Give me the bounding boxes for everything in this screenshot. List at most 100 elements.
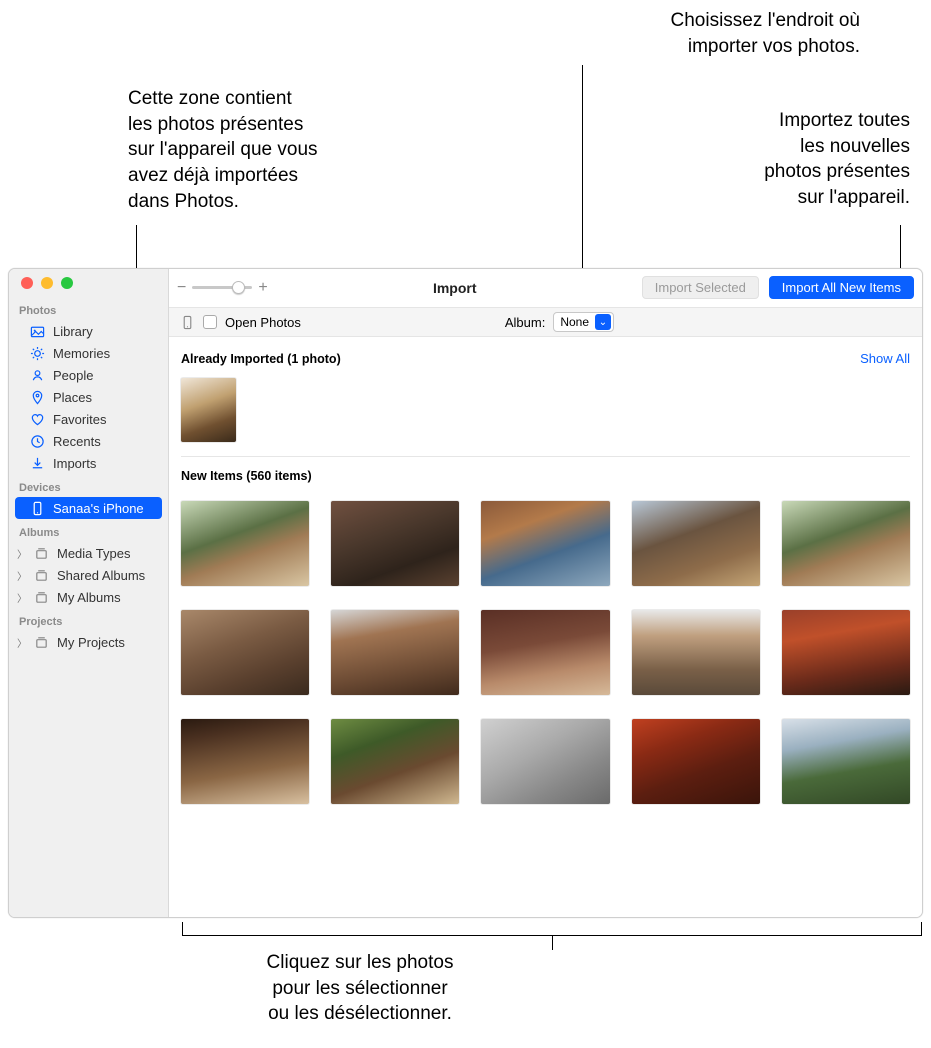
- sidebar-item-label: Sanaa's iPhone: [53, 501, 144, 516]
- sidebar-header-devices: Devices: [9, 474, 168, 497]
- open-photos-label: Open Photos: [225, 315, 301, 330]
- callout-click-photos: Cliquez sur les photospour les sélection…: [220, 950, 500, 1027]
- album-value: None: [560, 315, 589, 329]
- chevron-right-icon: 〉: [17, 590, 25, 605]
- new-items-header: New Items (560 items): [181, 461, 910, 489]
- sidebar-item-label: My Albums: [57, 590, 121, 605]
- sidebar-item-recents[interactable]: Recents: [9, 430, 168, 452]
- callout-choose-location: Choisissez l'endroit oùimporter vos phot…: [540, 8, 860, 59]
- photo-thumbnail[interactable]: [481, 610, 609, 695]
- sidebar-item-device[interactable]: Sanaa's iPhone: [15, 497, 162, 519]
- photo-thumbnail[interactable]: [782, 719, 910, 804]
- photo-thumbnail[interactable]: [181, 501, 309, 586]
- stack-icon: [33, 634, 49, 650]
- slider-thumb[interactable]: [232, 281, 245, 294]
- chevron-updown-icon: ⌄: [595, 314, 611, 330]
- toolbar: − + Import Import Selected Import All Ne…: [169, 269, 922, 307]
- sidebar-item-label: My Projects: [57, 635, 125, 650]
- window-close-icon[interactable]: [21, 277, 33, 289]
- phone-icon: [29, 500, 45, 516]
- window-maximize-icon[interactable]: [61, 277, 73, 289]
- photo-thumbnail[interactable]: [632, 719, 760, 804]
- places-icon: [29, 389, 45, 405]
- import-subbar: Open Photos Album: None ⌄: [169, 307, 922, 337]
- import-selected-button[interactable]: Import Selected: [642, 276, 759, 299]
- sidebar: Photos Library Memories People Places Fa…: [9, 269, 169, 917]
- sidebar-item-shared-albums[interactable]: 〉 Shared Albums: [9, 564, 168, 586]
- sidebar-item-imports[interactable]: Imports: [9, 452, 168, 474]
- sidebar-item-label: People: [53, 368, 93, 383]
- photo-thumbnail[interactable]: [331, 501, 459, 586]
- clock-icon: [29, 433, 45, 449]
- photo-thumbnail[interactable]: [181, 610, 309, 695]
- toolbar-title: Import: [433, 280, 477, 296]
- photo-thumbnail[interactable]: [481, 719, 609, 804]
- sidebar-item-my-albums[interactable]: 〉 My Albums: [9, 586, 168, 608]
- sidebar-item-favorites[interactable]: Favorites: [9, 408, 168, 430]
- photo-thumbnail[interactable]: [331, 610, 459, 695]
- stack-icon: [33, 545, 49, 561]
- chevron-right-icon: 〉: [17, 546, 25, 561]
- zoom-in-icon: +: [258, 279, 267, 297]
- section-title: Already Imported (1 photo): [181, 352, 341, 366]
- callout-line: [552, 936, 553, 950]
- open-photos-checkbox[interactable]: [203, 315, 217, 329]
- photos-app-window: Photos Library Memories People Places Fa…: [8, 268, 923, 918]
- already-imported-header: Already Imported (1 photo) Show All: [181, 345, 910, 372]
- photo-thumbnail[interactable]: [481, 501, 609, 586]
- sidebar-item-label: Memories: [53, 346, 110, 361]
- sidebar-item-label: Media Types: [57, 546, 130, 561]
- import-scroll-area[interactable]: Already Imported (1 photo) Show All New …: [169, 337, 922, 917]
- stack-icon: [33, 567, 49, 583]
- sidebar-item-media-types[interactable]: 〉 Media Types: [9, 542, 168, 564]
- callout-line: [582, 65, 583, 292]
- window-traffic-lights: [9, 277, 168, 297]
- photo-thumbnail[interactable]: [782, 501, 910, 586]
- album-label: Album:: [505, 315, 545, 330]
- memories-icon: [29, 345, 45, 361]
- sidebar-item-label: Places: [53, 390, 92, 405]
- chevron-right-icon: 〉: [17, 635, 25, 650]
- phone-icon: [179, 314, 195, 330]
- import-all-button[interactable]: Import All New Items: [769, 276, 914, 299]
- chevron-right-icon: 〉: [17, 568, 25, 583]
- sidebar-item-label: Favorites: [53, 412, 106, 427]
- zoom-slider[interactable]: − +: [177, 279, 268, 297]
- sidebar-header-albums: Albums: [9, 519, 168, 542]
- heart-icon: [29, 411, 45, 427]
- sidebar-item-label: Library: [53, 324, 93, 339]
- photo-thumbnail[interactable]: [632, 501, 760, 586]
- photo-thumbnail[interactable]: [782, 610, 910, 695]
- sidebar-item-places[interactable]: Places: [9, 386, 168, 408]
- zoom-out-icon: −: [177, 279, 186, 297]
- library-icon: [29, 323, 45, 339]
- album-select[interactable]: None ⌄: [553, 312, 614, 332]
- show-all-link[interactable]: Show All: [860, 351, 910, 366]
- thumbnail-row: [181, 707, 910, 816]
- sidebar-item-label: Recents: [53, 434, 101, 449]
- sidebar-item-memories[interactable]: Memories: [9, 342, 168, 364]
- photo-thumbnail[interactable]: [181, 719, 309, 804]
- sidebar-item-people[interactable]: People: [9, 364, 168, 386]
- thumbnail-row: [181, 489, 910, 598]
- sidebar-header-projects: Projects: [9, 608, 168, 631]
- sidebar-header-photos: Photos: [9, 297, 168, 320]
- people-icon: [29, 367, 45, 383]
- callout-import-all: Importez toutesles nouvellesphotos prése…: [700, 108, 910, 211]
- sidebar-item-label: Shared Albums: [57, 568, 145, 583]
- main-content: − + Import Import Selected Import All Ne…: [169, 269, 922, 917]
- callout-bracket-bottom: [182, 922, 922, 936]
- photo-thumbnail[interactable]: [181, 378, 236, 442]
- thumbnail-row: [181, 598, 910, 707]
- stack-icon: [33, 589, 49, 605]
- section-title: New Items (560 items): [181, 469, 312, 483]
- download-icon: [29, 455, 45, 471]
- window-minimize-icon[interactable]: [41, 277, 53, 289]
- photo-thumbnail[interactable]: [331, 719, 459, 804]
- photo-thumbnail[interactable]: [632, 610, 760, 695]
- callout-already-imported: Cette zone contientles photos présentess…: [128, 86, 388, 214]
- sidebar-item-library[interactable]: Library: [9, 320, 168, 342]
- sidebar-item-label: Imports: [53, 456, 96, 471]
- sidebar-item-my-projects[interactable]: 〉 My Projects: [9, 631, 168, 653]
- slider-track[interactable]: [192, 286, 252, 289]
